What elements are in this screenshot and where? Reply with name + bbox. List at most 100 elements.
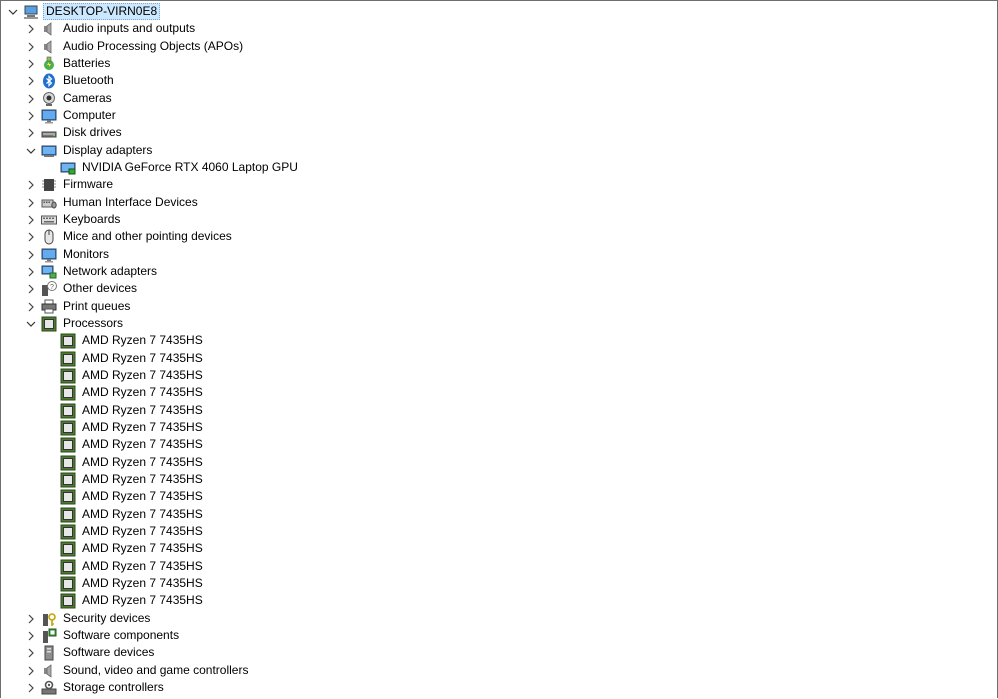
display-adapter-icon xyxy=(41,143,57,159)
tree-item-label: AMD Ryzen 7 7435HS xyxy=(82,351,203,365)
tree-category[interactable]: Software components xyxy=(28,627,181,644)
collapse-chevron-icon[interactable] xyxy=(24,144,38,158)
expand-chevron-icon[interactable] xyxy=(24,74,38,88)
tree-device[interactable]: NVIDIA GeForce RTX 4060 Laptop GPU xyxy=(60,159,300,176)
collapse-chevron-icon[interactable] xyxy=(6,5,20,19)
expand-chevron-icon[interactable] xyxy=(24,126,38,140)
tree-category[interactable]: ? Other devices xyxy=(28,280,139,297)
tree-device[interactable]: AMD Ryzen 7 7435HS xyxy=(60,454,205,471)
expand-chevron-icon[interactable] xyxy=(24,681,38,695)
tree-device[interactable]: AMD Ryzen 7 7435HS xyxy=(60,436,205,453)
collapse-chevron-icon[interactable] xyxy=(24,317,38,331)
tree-device[interactable]: AMD Ryzen 7 7435HS xyxy=(60,523,205,540)
tree-category[interactable]: Software devices xyxy=(28,644,156,661)
processor-icon xyxy=(60,420,76,436)
tree-item-label: AMD Ryzen 7 7435HS xyxy=(82,368,203,382)
tree-device[interactable]: AMD Ryzen 7 7435HS xyxy=(60,575,205,592)
tree-item-label: Batteries xyxy=(63,56,111,70)
tree-device[interactable]: AMD Ryzen 7 7435HS xyxy=(60,367,205,384)
tree-category[interactable]: Monitors xyxy=(28,246,111,263)
expand-chevron-icon[interactable] xyxy=(24,57,38,71)
tree-category[interactable]: Mice and other pointing devices xyxy=(28,228,234,245)
processor-icon xyxy=(60,472,76,488)
tree-category[interactable]: Print queues xyxy=(28,298,132,315)
gpu-icon xyxy=(60,160,76,176)
expand-chevron-icon[interactable] xyxy=(24,282,38,296)
tree-category[interactable]: Keyboards xyxy=(28,211,122,228)
processor-icon xyxy=(60,368,76,384)
tree-category[interactable]: Storage controllers xyxy=(28,679,166,696)
tree-device[interactable]: AMD Ryzen 7 7435HS xyxy=(60,350,205,367)
tree-category[interactable]: Cameras xyxy=(28,90,114,107)
speaker-icon xyxy=(41,21,57,37)
printer-icon xyxy=(41,299,57,315)
tree-device[interactable]: AMD Ryzen 7 7435HS xyxy=(60,419,205,436)
expand-chevron-icon[interactable] xyxy=(24,629,38,643)
tree-category[interactable]: Network adapters xyxy=(28,263,159,280)
tree-item-label: Print queues xyxy=(63,299,131,313)
tree-item-label: Cameras xyxy=(63,91,112,105)
tree-category[interactable]: Processors xyxy=(26,315,125,332)
tree-item-label: AMD Ryzen 7 7435HS xyxy=(82,559,203,573)
expand-chevron-icon[interactable] xyxy=(24,300,38,314)
expand-chevron-icon[interactable] xyxy=(24,178,38,192)
tree-device[interactable]: AMD Ryzen 7 7435HS xyxy=(60,540,205,557)
tree-category[interactable]: Firmware xyxy=(28,176,115,193)
tree-category[interactable]: Batteries xyxy=(28,55,112,72)
firmware-icon xyxy=(41,177,57,193)
tree-item-label: Human Interface Devices xyxy=(63,195,198,209)
tree-category[interactable]: Sound, video and game controllers xyxy=(28,662,250,679)
tree-item-label: Computer xyxy=(63,108,116,122)
tree-item-label: Firmware xyxy=(63,177,113,191)
tree-item-label: AMD Ryzen 7 7435HS xyxy=(82,333,203,347)
tree-item-label: Audio Processing Objects (APOs) xyxy=(63,39,244,53)
processor-icon xyxy=(60,576,76,592)
processor-icon xyxy=(60,524,76,540)
tree-device[interactable]: AMD Ryzen 7 7435HS xyxy=(60,592,205,609)
keyboard-icon xyxy=(41,212,57,228)
processor-icon xyxy=(60,437,76,453)
processor-icon xyxy=(60,489,76,505)
tree-category[interactable]: Display adapters xyxy=(26,142,154,159)
tree-category[interactable]: Human Interface Devices xyxy=(28,194,200,211)
tree-device[interactable]: AMD Ryzen 7 7435HS xyxy=(60,471,205,488)
tree-item-label: Network adapters xyxy=(63,264,158,278)
tree-category[interactable]: Bluetooth xyxy=(28,72,116,89)
tree-device[interactable]: AMD Ryzen 7 7435HS xyxy=(60,558,205,575)
expand-chevron-icon[interactable] xyxy=(24,612,38,626)
tree-category[interactable]: Audio Processing Objects (APOs) xyxy=(28,38,245,55)
tree-device[interactable]: AMD Ryzen 7 7435HS xyxy=(60,488,205,505)
expand-chevron-icon[interactable] xyxy=(24,109,38,123)
tree-item-label: AMD Ryzen 7 7435HS xyxy=(82,524,203,538)
hid-icon xyxy=(41,195,57,211)
tree-item-label: NVIDIA GeForce RTX 4060 Laptop GPU xyxy=(82,160,298,174)
device-manager-tree: DESKTOP-VIRN0E8 Audio inputs and outputs A… xyxy=(0,0,998,698)
software-component-icon xyxy=(41,628,57,644)
expand-chevron-icon[interactable] xyxy=(24,40,38,54)
tree-root-computer[interactable]: DESKTOP-VIRN0E8 xyxy=(8,3,161,20)
tree-category[interactable]: Computer xyxy=(28,107,118,124)
tree-category[interactable]: Disk drives xyxy=(28,124,124,141)
expand-chevron-icon[interactable] xyxy=(24,664,38,678)
tree-device[interactable]: AMD Ryzen 7 7435HS xyxy=(60,384,205,401)
tree-item-label: Mice and other pointing devices xyxy=(63,229,232,243)
security-device-icon xyxy=(41,611,57,627)
expand-chevron-icon[interactable] xyxy=(24,230,38,244)
tree-device[interactable]: AMD Ryzen 7 7435HS xyxy=(60,506,205,523)
tree-device[interactable]: AMD Ryzen 7 7435HS xyxy=(60,332,205,349)
expand-chevron-icon[interactable] xyxy=(24,248,38,262)
expand-chevron-icon[interactable] xyxy=(24,22,38,36)
expand-chevron-icon[interactable] xyxy=(24,196,38,210)
expand-chevron-icon[interactable] xyxy=(24,92,38,106)
tree-item-label: Sound, video and game controllers xyxy=(63,663,249,677)
tree-item-label: AMD Ryzen 7 7435HS xyxy=(82,403,203,417)
expand-chevron-icon[interactable] xyxy=(24,213,38,227)
expand-chevron-icon[interactable] xyxy=(24,646,38,660)
tree-item-label: Display adapters xyxy=(63,143,153,157)
tree-item-label: Software devices xyxy=(63,645,155,659)
tree-item-label: Disk drives xyxy=(63,125,122,139)
tree-category[interactable]: Security devices xyxy=(28,610,152,627)
tree-category[interactable]: Audio inputs and outputs xyxy=(28,20,197,37)
expand-chevron-icon[interactable] xyxy=(24,265,38,279)
tree-device[interactable]: AMD Ryzen 7 7435HS xyxy=(60,402,205,419)
